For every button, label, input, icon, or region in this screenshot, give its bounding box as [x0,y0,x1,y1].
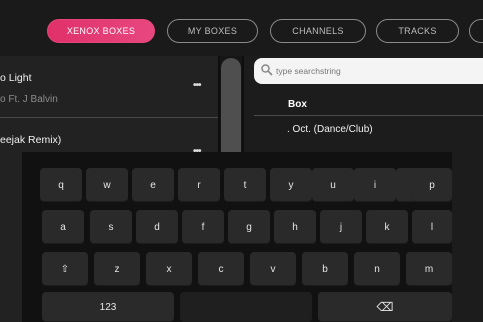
key-r[interactable]: r [178,168,220,202]
key-b[interactable]: b [302,252,348,286]
tab-tracks[interactable]: TRACKS [376,19,459,43]
key-e[interactable]: e [132,168,174,202]
key-a[interactable]: a [42,210,84,244]
key-t[interactable]: t [224,168,266,202]
search-icon [261,64,273,76]
key-h[interactable]: h [274,210,316,244]
tab-overflow[interactable] [469,19,483,43]
key-y[interactable]: y [270,168,312,202]
shift-key[interactable]: ⇧ [42,252,88,286]
track-row[interactable]: o Light o Ft. J Balvin ••• [0,56,218,118]
key-q[interactable]: q [40,168,82,202]
track-title: eejak Remix) [0,134,62,146]
key-l[interactable]: l [412,210,452,244]
search-placeholder: type searchstring [276,66,341,76]
key-x[interactable]: x [146,252,192,286]
space-key[interactable] [180,292,312,322]
key-s[interactable]: s [90,210,132,244]
on-screen-keyboard: q w e r t y u i o a s d f g h j k l ⇧ z … [22,152,452,322]
key-p[interactable]: p [412,168,452,202]
key-g[interactable]: g [228,210,270,244]
key-i[interactable]: i [354,168,396,202]
key-u[interactable]: u [312,168,354,202]
top-navigation-bar: XENOX BOXES MY BOXES CHANNELS TRACKS [0,0,483,56]
header-divider [254,115,483,116]
key-z[interactable]: z [94,252,140,286]
more-options-icon[interactable]: ••• [193,80,201,91]
key-k[interactable]: k [366,210,408,244]
numbers-key[interactable]: 123 [42,292,174,322]
key-v[interactable]: v [250,252,296,286]
scrollbar-thumb[interactable] [221,58,241,166]
tab-xenox-boxes[interactable]: XENOX BOXES [47,19,155,43]
key-d[interactable]: d [136,210,178,244]
key-w[interactable]: w [86,168,128,202]
key-f[interactable]: f [182,210,224,244]
tab-channels[interactable]: CHANNELS [270,19,366,43]
key-c[interactable]: c [198,252,244,286]
key-m[interactable]: m [406,252,452,286]
track-artist: o Ft. J Balvin [0,94,58,105]
column-header-box[interactable]: Box [288,99,307,110]
backspace-key[interactable]: ⌫ [318,292,452,322]
result-row[interactable]: . Oct. (Dance/Club) [287,124,373,135]
key-j[interactable]: j [320,210,362,244]
key-n[interactable]: n [354,252,400,286]
track-title: o Light [0,72,32,84]
tab-my-boxes[interactable]: MY BOXES [167,19,258,43]
search-input[interactable]: type searchstring [254,58,483,84]
